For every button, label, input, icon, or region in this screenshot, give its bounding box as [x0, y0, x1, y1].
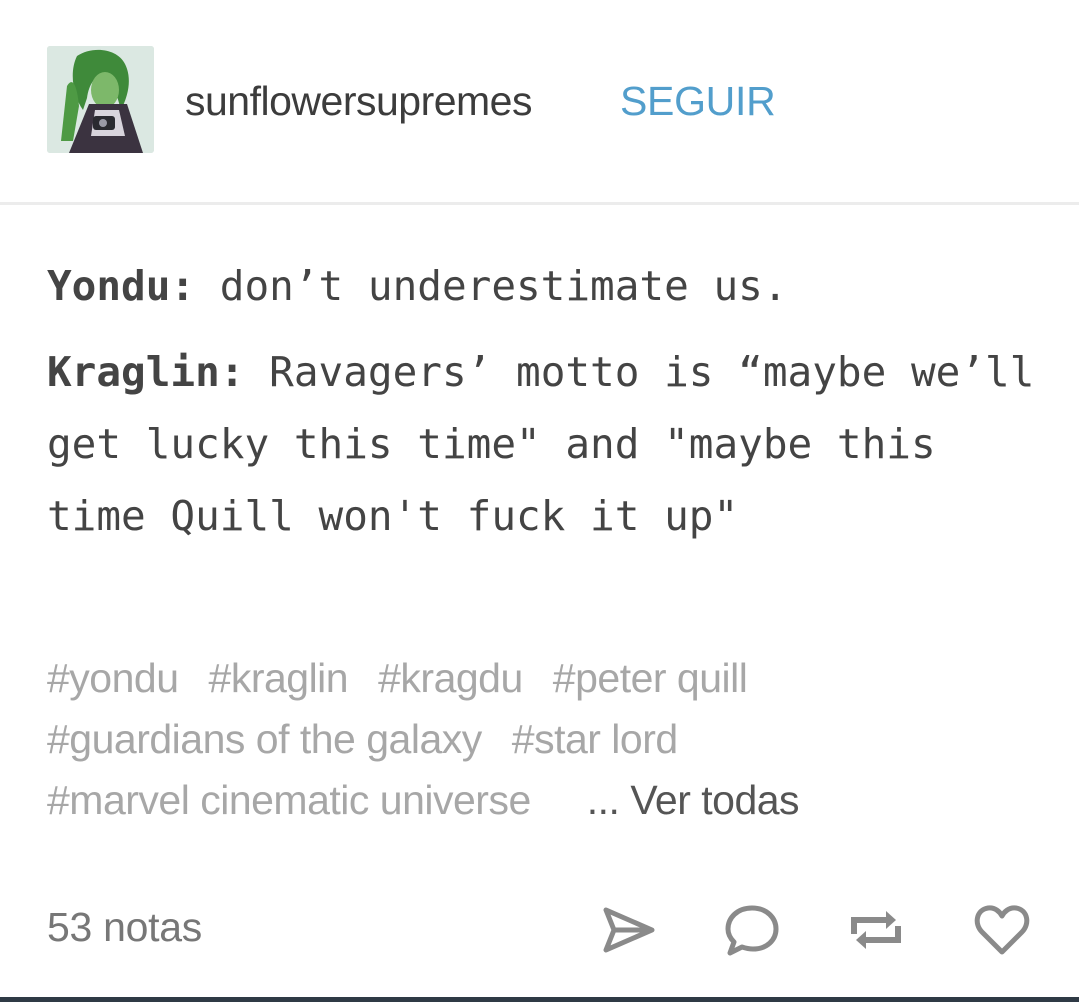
tag-link[interactable]: #peter quill — [553, 655, 748, 701]
like-button[interactable] — [972, 900, 1032, 960]
post-footer: 53 notas — [0, 880, 1079, 980]
comment-icon — [725, 905, 779, 956]
tag-link[interactable]: #yondu — [47, 655, 179, 701]
dialogue-line-yondu: Yondu: don’t underestimate us. — [47, 250, 1057, 322]
dialogue-line-kraglin: Kraglin: Ravagers’ motto is “maybe we’ll… — [47, 336, 1057, 552]
avatar[interactable] — [47, 46, 154, 153]
notes-count[interactable]: 53 notas — [47, 904, 202, 951]
username[interactable]: sunflowersupremes — [185, 78, 533, 125]
tag-link[interactable]: #kragdu — [378, 655, 523, 701]
avatar-green-haired-character-icon — [47, 46, 154, 153]
header-divider — [0, 202, 1079, 205]
tag-link[interactable]: #kraglin — [209, 655, 349, 701]
send-icon — [603, 907, 655, 953]
dialogue-text: don’t underestimate us. — [195, 262, 788, 310]
see-all-tags-link[interactable]: ... Ver todas — [587, 777, 800, 823]
tag-list: #yondu #kraglin #kragdu #peter quill #guard… — [47, 648, 1047, 831]
reblog-button[interactable] — [846, 900, 906, 960]
speaker-name: Yondu: — [47, 262, 196, 310]
bottom-edge-bar — [0, 997, 1079, 1002]
send-button[interactable] — [598, 900, 658, 960]
heart-icon — [974, 905, 1030, 955]
tag-link[interactable]: #marvel cinematic universe — [47, 777, 531, 823]
post-body: Yondu: don’t underestimate us. Kraglin: … — [47, 250, 1057, 552]
post-header: sunflowersupremes SEGUIR — [0, 0, 1079, 202]
reblog-icon — [851, 911, 901, 949]
speaker-name: Kraglin: — [47, 348, 245, 396]
tag-link[interactable]: #guardians of the galaxy — [47, 716, 482, 762]
follow-button[interactable]: SEGUIR — [620, 78, 776, 125]
comment-button[interactable] — [722, 900, 782, 960]
tag-link[interactable]: #star lord — [512, 716, 678, 762]
